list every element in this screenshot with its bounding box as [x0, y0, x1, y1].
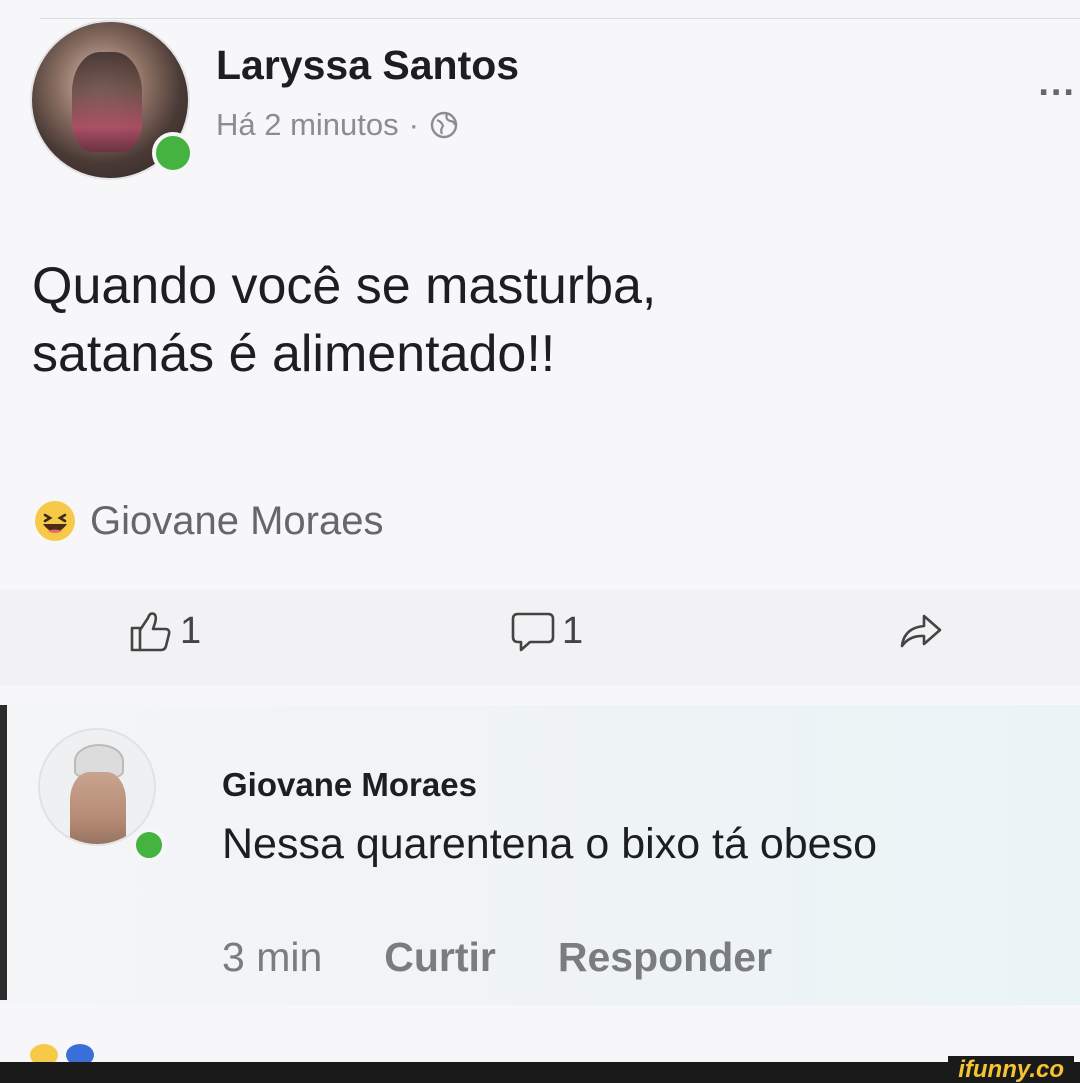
haha-icon	[32, 498, 78, 544]
comment-time[interactable]: 3 min	[222, 934, 322, 981]
comment-count: 1	[562, 609, 584, 652]
post-body: Quando você se masturba, satanás é alime…	[32, 252, 1052, 388]
post-timestamp[interactable]: Há 2 minutos	[216, 107, 399, 143]
meta-separator: ·	[408, 107, 419, 142]
thumbs-up-icon	[130, 612, 171, 652]
bottom-strip	[0, 1062, 1080, 1083]
post-text-line: satanás é alimentado!!	[32, 325, 556, 383]
comment-text: Nessa quarentena o bixo tá obeso	[222, 820, 878, 868]
like-count: 1	[180, 609, 202, 652]
watermark-logo: ifunny.co	[948, 1056, 1074, 1083]
commenter-online-dot	[132, 828, 166, 862]
top-divider	[40, 18, 1080, 19]
globe-icon	[429, 110, 459, 140]
share-button[interactable]	[898, 608, 944, 654]
comment-button[interactable]: 1	[510, 608, 583, 654]
more-options-icon[interactable]: ...	[1038, 62, 1076, 105]
post-meta: Há 2 minutos ·	[216, 107, 459, 143]
comment-reply-button[interactable]: Responder	[558, 934, 772, 981]
reactions-summary[interactable]: Giovane Moraes	[32, 498, 383, 544]
comment-author-name[interactable]: Giovane Moraes	[222, 766, 477, 804]
online-status-dot	[152, 132, 194, 174]
comment-like-button[interactable]: Curtir	[384, 934, 496, 981]
comment-left-border	[0, 705, 7, 1000]
reaction-name: Giovane Moraes	[90, 498, 384, 543]
post-author-name[interactable]: Laryssa Santos	[216, 42, 519, 89]
post-text-line: Quando você se masturba,	[32, 257, 657, 315]
share-arrow-icon	[900, 614, 942, 648]
comment-actions: 3 min Curtir Responder	[222, 934, 772, 981]
comment-bubble-icon	[511, 612, 555, 652]
like-button[interactable]: 1	[128, 608, 201, 654]
commenter-avatar[interactable]	[38, 728, 156, 846]
